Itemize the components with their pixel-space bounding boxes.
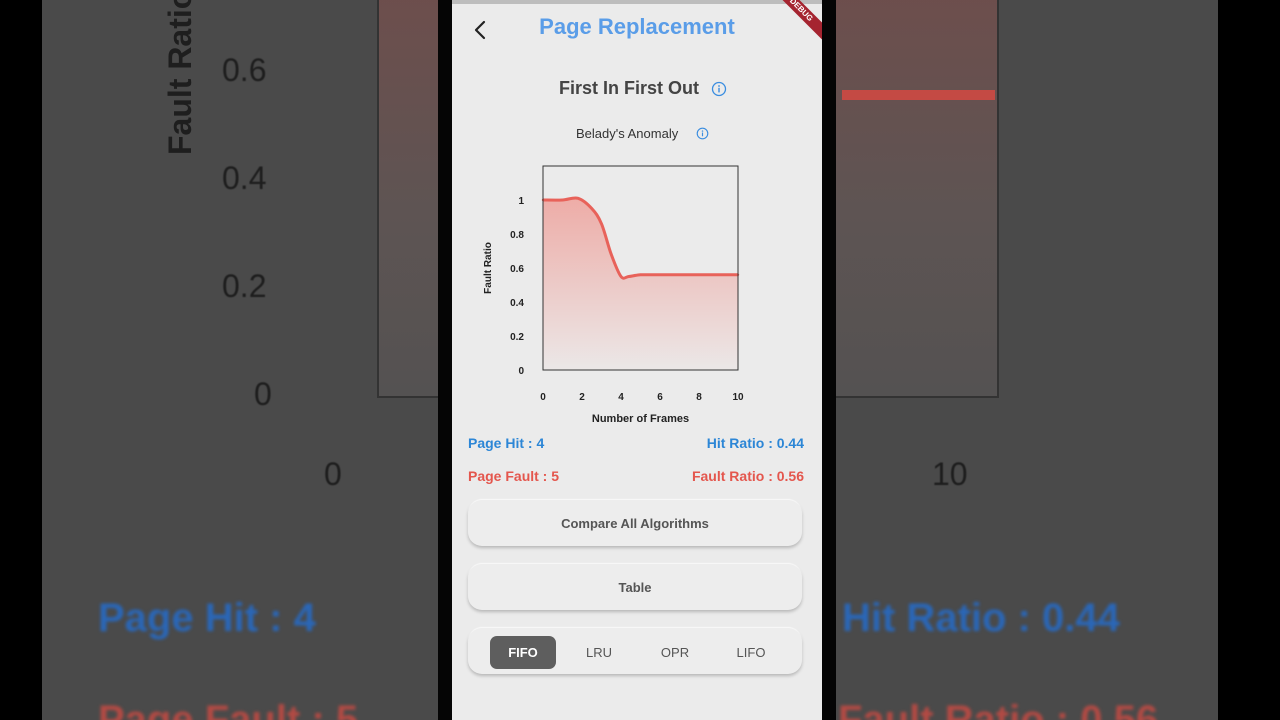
data-point: [627, 275, 630, 278]
y-tick-label: 0: [518, 366, 524, 377]
beladys-anomaly-label: Belady's Anomaly: [576, 126, 679, 141]
fault-ratio-chart: 0 2 4 6 8 10 0 0.2 0.4 0.6 0.8 1 Number of Frames F…: [483, 165, 744, 425]
x-tick-label: 8: [696, 392, 702, 403]
data-point: [658, 273, 662, 276]
backdrop-tick: 0.6: [222, 52, 267, 88]
x-tick-label: 6: [657, 392, 663, 403]
app-title: Page Replacement: [539, 14, 735, 39]
backdrop-y-label: Fault Ratio: [162, 0, 198, 155]
backdrop-plot-line: [842, 90, 995, 100]
algorithm-tab-bar: FIFO LRU OPR LIFO: [468, 628, 802, 674]
tab-lifo[interactable]: LIFO: [718, 636, 784, 669]
backdrop-page-fault: Page Fault : 5: [98, 698, 359, 720]
backdrop-tick: 10: [932, 456, 968, 492]
tab-lru[interactable]: LRU: [566, 636, 632, 669]
x-tick-label: 4: [618, 392, 624, 403]
data-point: [576, 197, 580, 200]
compare-all-algorithms-button[interactable]: Compare All Algorithms: [468, 500, 802, 546]
y-tick-label: 0.8: [510, 230, 524, 241]
fault-ratio-area: [543, 197, 738, 370]
data-point: [600, 222, 603, 225]
phone-screen: DEBUG Page Replacement First In First Ou…: [452, 0, 822, 720]
x-axis-label: Number of Frames: [592, 413, 689, 425]
table-button[interactable]: Table: [468, 564, 802, 610]
data-point: [619, 275, 623, 278]
tab-opr[interactable]: OPR: [642, 636, 708, 669]
algorithm-title: First In First Out: [559, 78, 700, 98]
y-tick-label: 0.2: [510, 332, 524, 343]
y-tick-label: 1: [518, 196, 524, 207]
data-point: [697, 273, 701, 276]
backdrop-tick: 0.4: [222, 160, 267, 196]
data-point: [610, 253, 613, 256]
x-tick-label: 0: [540, 392, 546, 403]
data-point: [590, 207, 593, 210]
backdrop-hit-ratio: Hit Ratio : 0.44: [842, 596, 1120, 640]
y-tick-label: 0.4: [510, 298, 524, 309]
y-axis-label: Fault Ratio: [483, 242, 494, 294]
x-tick-label: 2: [579, 392, 585, 403]
page-fault-count: Page Fault : 5: [468, 468, 560, 484]
backdrop-page-hit: Page Hit : 4: [98, 596, 316, 640]
status-bar: [452, 0, 822, 4]
data-point: [639, 273, 642, 276]
x-tick-label: 10: [732, 392, 744, 403]
backdrop-fault-ratio: Fault Ratio : 0.56: [838, 698, 1159, 720]
backdrop-tick: 0.2: [222, 268, 267, 304]
fault-ratio-value: Fault Ratio : 0.56: [691, 468, 804, 484]
tab-fifo[interactable]: FIFO: [490, 636, 556, 669]
info-icon[interactable]: [711, 81, 727, 102]
data-point: [561, 198, 564, 202]
y-tick-label: 0.6: [510, 264, 524, 275]
hit-ratio-value: Hit Ratio : 0.44: [706, 435, 804, 451]
backdrop-tick: 0: [254, 376, 272, 412]
backdrop-tick: 0: [324, 456, 342, 492]
info-icon[interactable]: [696, 127, 709, 145]
page-hit-count: Page Hit : 4: [468, 435, 545, 451]
